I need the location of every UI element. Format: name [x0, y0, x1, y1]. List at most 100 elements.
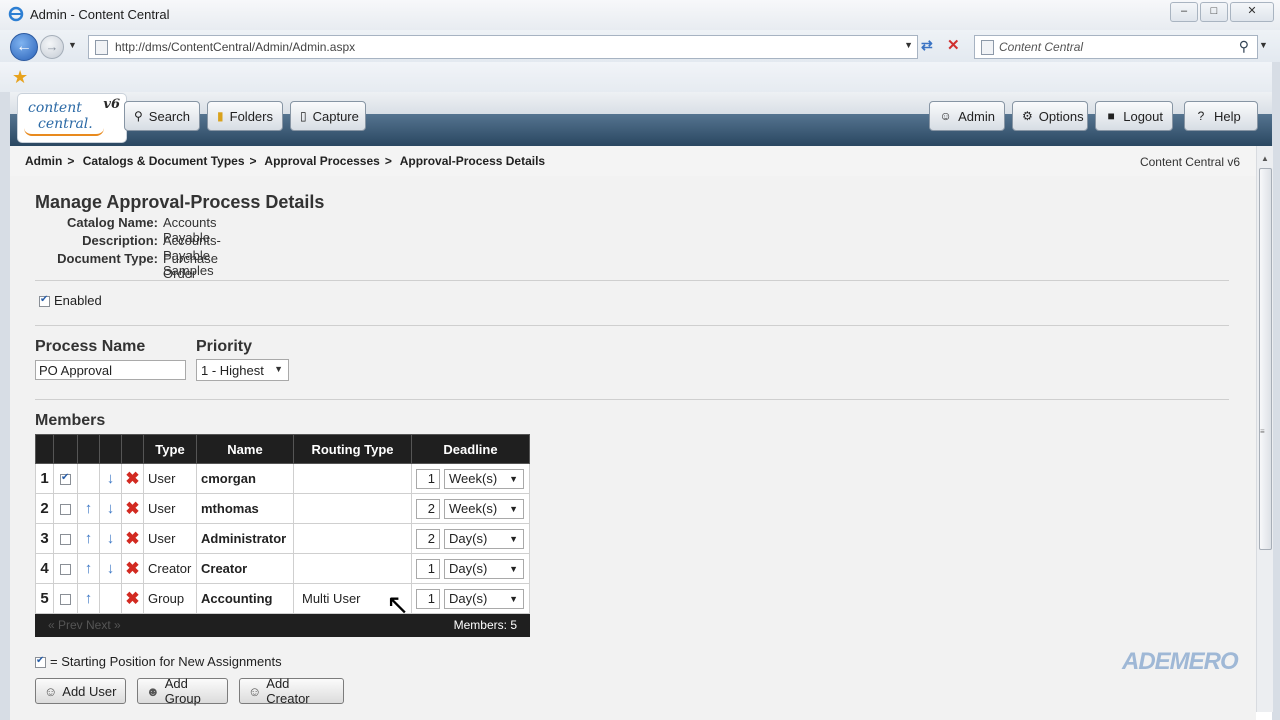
help-button[interactable]: ? Help	[1184, 101, 1258, 131]
priority-label: Priority	[196, 338, 253, 355]
col-type[interactable]: Type	[143, 434, 197, 464]
starting-position-checkbox[interactable]	[60, 504, 71, 516]
forward-button[interactable]: →	[40, 35, 64, 59]
breadcrumb-admin[interactable]: Admin	[25, 154, 62, 168]
deadline-unit-select[interactable]: Day(s) ▼	[444, 528, 524, 549]
close-window-button[interactable]: ✕	[1230, 2, 1274, 22]
move-down-icon[interactable]: ↓	[107, 530, 115, 547]
legend-text: = Starting Position for New Assignments	[50, 654, 282, 669]
chevron-down-icon: ▼	[509, 593, 518, 604]
move-up-icon[interactable]: ↑	[85, 500, 93, 517]
search-dropdown-icon[interactable]: ▼	[1259, 40, 1268, 50]
routing-type	[293, 523, 412, 554]
back-button[interactable]: ←	[10, 33, 38, 61]
move-up-icon[interactable]: ↑	[85, 530, 93, 547]
search-provider-icon	[981, 40, 994, 55]
process-name-input[interactable]	[35, 360, 186, 380]
folders-button[interactable]: ▮ Folders	[207, 101, 283, 131]
vertical-scrollbar[interactable]: ▲ ≡	[1256, 146, 1273, 712]
col-name[interactable]: Name	[196, 434, 294, 464]
divider	[35, 325, 1229, 326]
deadline-unit-select[interactable]: Week(s) ▼	[444, 498, 524, 519]
content-central-logo[interactable]: content central. v6	[18, 94, 126, 142]
capture-icon: ▯	[300, 109, 307, 123]
catalog-label: Catalog Name:	[66, 215, 158, 230]
logout-button[interactable]: ■ Logout	[1095, 101, 1173, 131]
favorites-star-icon[interactable]: ★	[12, 67, 28, 88]
legend-checkbox-icon	[35, 655, 46, 669]
move-up-icon[interactable]: ↑	[85, 560, 93, 577]
move-down-icon[interactable]: ↓	[107, 500, 115, 517]
starting-position-checkbox[interactable]	[60, 472, 71, 486]
address-url[interactable]: http://dms/ContentCentral/Admin/Admin.as…	[115, 40, 355, 54]
enabled-checkbox[interactable]	[39, 294, 50, 308]
add-user-button[interactable]: ☺ Add User	[35, 678, 126, 704]
divider	[35, 399, 1229, 400]
enabled-option[interactable]: Enabled	[39, 293, 102, 308]
maximize-button[interactable]: □	[1200, 2, 1228, 22]
history-dropdown-icon[interactable]: ▼	[68, 40, 77, 50]
search-button[interactable]: ⚲ Search	[124, 101, 200, 131]
search-icon[interactable]: ⚲	[1239, 38, 1249, 55]
deadline-input[interactable]: 2	[416, 498, 440, 519]
col-routing-type[interactable]: Routing Type	[293, 434, 412, 464]
starting-position-checkbox[interactable]	[60, 534, 71, 546]
member-name: Accounting	[196, 583, 294, 614]
routing-type	[293, 493, 412, 524]
move-down-icon[interactable]: ↓	[107, 560, 115, 577]
members-footer: « Prev Next » Members: 5	[35, 613, 530, 637]
delete-icon[interactable]: ✖	[125, 559, 139, 578]
starting-position-checkbox[interactable]	[60, 564, 71, 576]
add-group-button[interactable]: ☻ Add Group	[137, 676, 228, 706]
favorites-bar: ★	[0, 62, 1280, 93]
deadline-input[interactable]: 1	[416, 588, 440, 609]
breadcrumb-approval-processes[interactable]: Approval Processes	[264, 154, 379, 168]
deadline-input[interactable]: 1	[416, 468, 440, 489]
deadline-input[interactable]: 2	[416, 528, 440, 549]
deadline-cell: 2 Week(s) ▼	[411, 493, 530, 524]
user-icon: ☺	[44, 683, 58, 699]
ademero-watermark: ADEMERO	[1122, 648, 1239, 675]
delete-icon[interactable]: ✖	[125, 529, 139, 548]
search-placeholder: Content Central	[999, 40, 1084, 54]
members-title: Members	[35, 412, 106, 429]
minimize-button[interactable]: –	[1170, 2, 1198, 22]
scroll-thumb[interactable]	[1259, 168, 1272, 550]
deadline-unit-select[interactable]: Day(s) ▼	[444, 558, 524, 579]
address-dropdown-icon[interactable]: ▼	[904, 40, 913, 50]
breadcrumb-current: Approval-Process Details	[399, 154, 546, 168]
admin-button[interactable]: ☺ Admin	[929, 101, 1005, 131]
row-number: 3	[35, 523, 54, 554]
row-number: 2	[35, 493, 54, 524]
options-button[interactable]: ⚙ Options	[1012, 101, 1088, 131]
help-icon: ?	[1197, 109, 1205, 123]
refresh-icon[interactable]: ⇄	[921, 37, 933, 54]
stop-icon[interactable]: ✕	[947, 36, 960, 54]
starting-position-checkbox[interactable]	[60, 594, 71, 606]
browser-search-box[interactable]: Content Central ⚲	[974, 35, 1258, 59]
deadline-input[interactable]: 1	[416, 558, 440, 579]
priority-select[interactable]: 1 - Highest ▼	[196, 359, 289, 381]
deadline-unit-select[interactable]: Week(s) ▼	[444, 468, 524, 489]
col-deadline[interactable]: Deadline	[411, 434, 530, 464]
delete-icon[interactable]: ✖	[125, 589, 139, 608]
capture-button[interactable]: ▯ Capture	[290, 101, 366, 131]
table-row: 5 ↑ ✖ Group Accounting Multi User 1 Day(s) ▼	[35, 583, 530, 614]
address-bar[interactable]: http://dms/ContentCentral/Admin/Admin.as…	[88, 35, 918, 59]
lock-icon: ■	[1107, 109, 1115, 123]
move-down-icon[interactable]: ↓	[107, 470, 115, 487]
version-label: Content Central v6	[1139, 155, 1240, 169]
delete-icon[interactable]: ✖	[125, 469, 139, 488]
deadline-cell: 1 Day(s) ▼	[411, 583, 530, 614]
move-up-icon[interactable]: ↑	[85, 590, 93, 607]
delete-icon[interactable]: ✖	[125, 499, 139, 518]
window-frame-right	[1272, 62, 1280, 720]
scroll-up-icon[interactable]: ▲	[1261, 154, 1269, 163]
member-name: Creator	[196, 553, 294, 584]
pager[interactable]: « Prev Next »	[48, 618, 121, 632]
deadline-unit-select[interactable]: Day(s) ▼	[444, 588, 524, 609]
add-creator-button[interactable]: ☺ Add Creator	[239, 676, 344, 706]
member-type: User	[143, 493, 197, 524]
breadcrumb-catalogs[interactable]: Catalogs & Document Types	[83, 154, 245, 168]
description-label: Description:	[82, 233, 158, 248]
